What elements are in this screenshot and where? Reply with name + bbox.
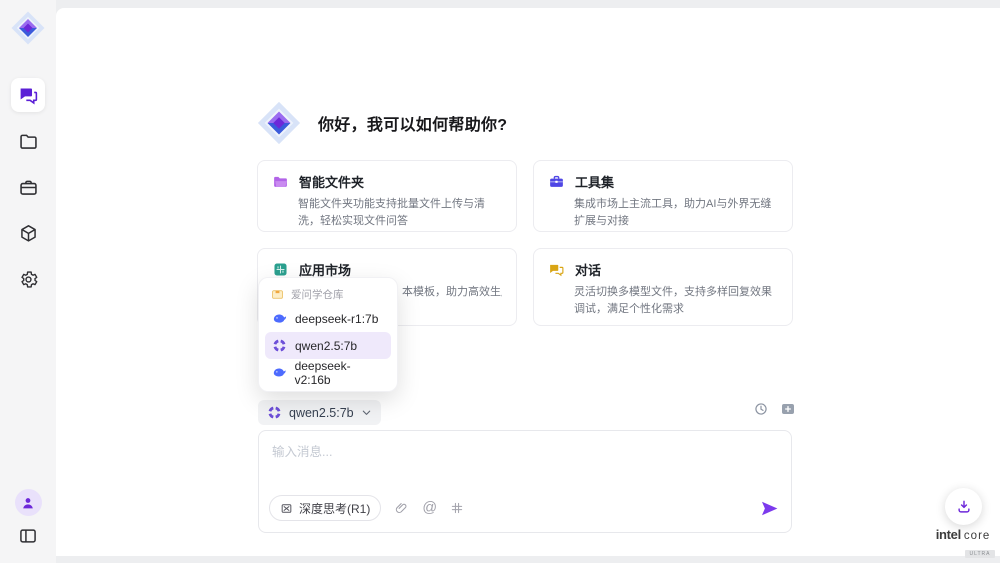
- model-option-deepseek-r1[interactable]: deepseek-r1:7b: [265, 305, 391, 332]
- model-group-header: 爱问学仓库: [265, 283, 391, 305]
- download-button[interactable]: [945, 488, 982, 525]
- sidebar-nav: [0, 78, 56, 296]
- sidebar-item-models[interactable]: [11, 216, 45, 250]
- deep-think-label: 深度思考(R1): [299, 500, 370, 517]
- mention-button[interactable]: @: [422, 501, 437, 516]
- download-icon: [955, 498, 973, 516]
- attach-button[interactable]: [394, 501, 409, 516]
- new-chat-plus-icon: [780, 401, 796, 417]
- model-option-qwen[interactable]: qwen2.5:7b: [265, 332, 391, 359]
- sidebar-toggle[interactable]: [15, 523, 41, 549]
- briefcase-icon: [18, 177, 39, 198]
- card-description: 智能文件夹功能支持批量文件上传与清洗，轻松实现文件问答: [298, 196, 502, 230]
- app-window: 你好，我可以如何帮助你? 智能文件夹 智能文件夹功能支持批量文件上传与清洗，轻松…: [0, 0, 1000, 563]
- deep-think-toggle[interactable]: 深度思考(R1): [269, 495, 381, 521]
- deepseek-icon: [272, 365, 287, 380]
- model-selector[interactable]: qwen2.5:7b: [258, 400, 381, 425]
- history-button[interactable]: [752, 400, 769, 417]
- gear-icon: [18, 269, 39, 290]
- sidebar-item-folders[interactable]: [11, 124, 45, 158]
- card-title: 对话: [575, 260, 601, 279]
- panel-toggle-icon: [18, 526, 38, 546]
- hash-grid-icon: [450, 501, 464, 515]
- model-option-label: qwen2.5:7b: [295, 339, 357, 353]
- card-dialogue[interactable]: 对话 灵活切换多模型文件，支持多样回复效果调试，满足个性化需求: [533, 248, 793, 326]
- deep-think-icon: [280, 502, 293, 515]
- greeting-title: 你好，我可以如何帮助你?: [318, 111, 507, 135]
- app-logo: [8, 8, 48, 48]
- smart-folder-icon: [272, 173, 289, 190]
- chat-actions: [752, 400, 796, 417]
- repository-icon: [271, 288, 284, 301]
- composer-toolbar: 深度思考(R1) @: [269, 495, 779, 521]
- app-market-icon: [272, 261, 289, 278]
- model-dropdown: 爱问学仓库 deepseek-r1:7b qwen2.5:7b deepseek…: [258, 277, 398, 392]
- composer: 深度思考(R1) @: [258, 430, 792, 533]
- model-option-deepseek-v2[interactable]: deepseek-v2:16b: [265, 359, 391, 386]
- at-icon: @: [422, 501, 437, 516]
- sidebar-item-settings[interactable]: [11, 262, 45, 296]
- card-toolset[interactable]: 工具集 集成市场上主流工具，助力AI与外界无缝扩展与对接: [533, 160, 793, 232]
- card-description: 灵活切换多模型文件，支持多样回复效果调试，满足个性化需求: [574, 284, 778, 318]
- toolset-icon: [548, 173, 565, 190]
- paperclip-icon: [394, 501, 409, 516]
- folder-icon: [18, 131, 39, 152]
- sidebar: [0, 0, 56, 563]
- qwen-icon: [272, 338, 287, 353]
- user-icon: [20, 495, 36, 511]
- intel-tier-label: ULTRA: [965, 550, 994, 558]
- intel-core-badge: intel core ULTRA: [928, 527, 998, 560]
- card-title: 智能文件夹: [299, 172, 364, 191]
- dialogue-icon: [548, 261, 565, 278]
- model-selector-value: qwen2.5:7b: [289, 406, 354, 420]
- gem-logo-icon: [10, 10, 46, 46]
- model-group-label: 爱问学仓库: [291, 287, 344, 302]
- message-input[interactable]: [272, 441, 777, 491]
- new-chat-button[interactable]: [779, 400, 796, 417]
- cube-icon: [18, 223, 39, 244]
- chevron-down-icon: [361, 407, 372, 418]
- chat-icon: [18, 85, 39, 106]
- intel-brand-text: intel: [936, 527, 961, 542]
- intel-family-text: core: [964, 530, 990, 542]
- qwen-icon: [267, 405, 282, 420]
- model-option-label: deepseek-v2:16b: [295, 359, 384, 387]
- send-button[interactable]: [760, 499, 779, 518]
- gem-logo-icon: [256, 100, 302, 146]
- history-clock-icon: [753, 401, 769, 417]
- prompt-grid-button[interactable]: [450, 501, 464, 515]
- greeting: 你好，我可以如何帮助你?: [256, 100, 507, 146]
- sidebar-item-chat[interactable]: [11, 78, 45, 112]
- card-title: 工具集: [575, 172, 614, 191]
- card-smart-folder[interactable]: 智能文件夹 智能文件夹功能支持批量文件上传与清洗，轻松实现文件问答: [257, 160, 517, 232]
- deepseek-icon: [272, 311, 287, 326]
- user-avatar[interactable]: [15, 489, 42, 516]
- card-description: 集成市场上主流工具，助力AI与外界无缝扩展与对接: [574, 196, 778, 230]
- sidebar-item-toolbox[interactable]: [11, 170, 45, 204]
- sidebar-bottom: [0, 489, 56, 549]
- send-icon: [760, 499, 779, 518]
- model-option-label: deepseek-r1:7b: [295, 312, 378, 326]
